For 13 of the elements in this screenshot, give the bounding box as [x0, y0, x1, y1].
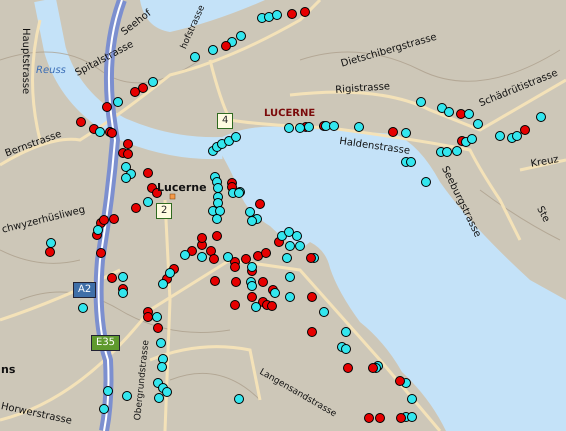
map-label: Rigistrasse — [335, 82, 390, 96]
map-label: Kreuz — [530, 155, 560, 170]
map-label: Hauptstrasse — [20, 28, 30, 94]
map-label: Lucerne — [157, 182, 207, 193]
map-label: Ste — [534, 205, 551, 224]
map-label: ns — [1, 364, 16, 375]
map-label: Obergrundstrasse — [134, 340, 152, 421]
map-label: LUCERNE — [264, 109, 316, 119]
road-shield: 4 — [217, 113, 234, 129]
road-shield: E35 — [91, 335, 120, 351]
road-shield: 2 — [156, 203, 172, 219]
road-shield: A2 — [73, 282, 96, 298]
map-label: Reuss — [36, 66, 66, 76]
